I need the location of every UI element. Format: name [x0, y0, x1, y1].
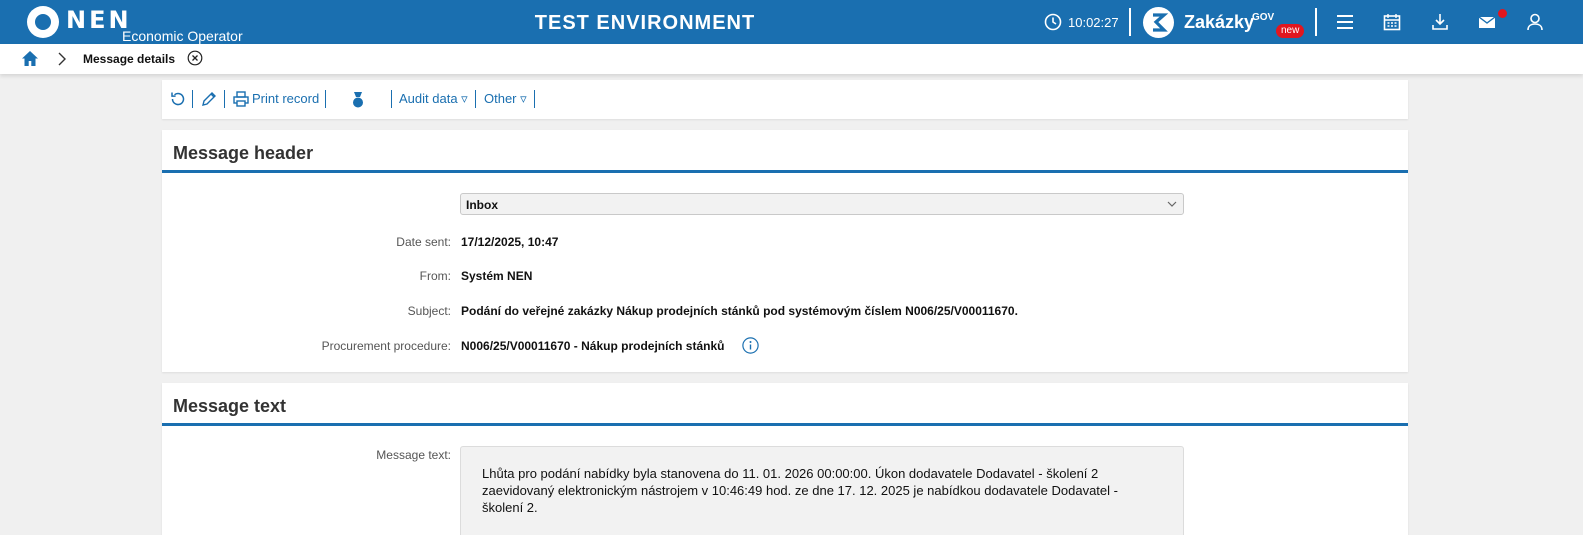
toolbar-separator	[475, 90, 476, 108]
home-icon[interactable]	[21, 50, 39, 67]
info-icon[interactable]	[742, 337, 759, 354]
chevron-down-icon	[1167, 201, 1177, 207]
mail-icon[interactable]	[1477, 12, 1497, 32]
separator	[1315, 8, 1317, 36]
audit-data-menu[interactable]: Audit data ▿	[399, 91, 468, 107]
menu-icon[interactable]	[1335, 12, 1355, 32]
message-text-label: Message text:	[376, 448, 451, 462]
toolbar: Print record Audit data ▿ Other ▿	[162, 80, 1408, 119]
chevron-right-icon	[58, 52, 66, 66]
user-icon[interactable]	[1525, 12, 1545, 32]
refresh-icon[interactable]	[169, 90, 187, 108]
procedure-label: Procurement procedure:	[321, 339, 451, 353]
date-sent-value: 17/12/2025, 10:47	[461, 235, 559, 249]
session-time: 10:02:27	[1068, 15, 1119, 30]
edit-icon[interactable]	[200, 90, 218, 108]
breadcrumb-current: Message details	[83, 52, 176, 66]
folder-select-value: Inbox	[466, 198, 498, 212]
message-text-content: Lhůta pro podání nabídky byla stanovena …	[482, 466, 1118, 515]
toolbar-separator	[534, 90, 535, 108]
clock-icon	[1044, 13, 1062, 31]
toolbar-separator	[192, 90, 193, 108]
print-icon[interactable]	[232, 90, 250, 108]
message-text-box: Lhůta pro podání nabídky byla stanovena …	[460, 446, 1184, 535]
calendar-icon[interactable]	[1382, 12, 1402, 32]
close-tab-icon[interactable]	[187, 50, 203, 66]
panel-title: Message text	[173, 396, 287, 416]
download-icon[interactable]	[1430, 12, 1450, 32]
message-text-panel: Message text Message text: Lhůta pro pod…	[162, 383, 1408, 535]
message-header-panel: Message header Inbox Date sent: 17/12/20…	[162, 130, 1408, 372]
date-sent-label: Date sent:	[396, 235, 451, 249]
separator	[1129, 8, 1131, 36]
zakazky-gov: GOV	[1252, 12, 1275, 23]
zakazky-logo-icon[interactable]	[1143, 7, 1174, 38]
from-value: Systém NEN	[461, 269, 533, 283]
panel-title: Message header	[173, 143, 314, 163]
divider	[162, 170, 1408, 173]
procedure-value[interactable]: N006/25/V00011670 - Nákup prodejních stá…	[461, 339, 724, 353]
toolbar-separator	[224, 90, 225, 108]
new-badge: new	[1276, 24, 1305, 38]
top-bar: NEN Economic Operator TEST ENVIRONMENT 1…	[0, 0, 1583, 44]
from-label: From:	[419, 269, 451, 283]
zakazky-link[interactable]: Zakázky	[1184, 12, 1254, 33]
divider	[162, 423, 1408, 426]
breadcrumb: Message details	[0, 44, 1583, 74]
subject-value: Podání do veřejné zakázky Nákup prodejní…	[461, 304, 1018, 318]
subject-label: Subject:	[407, 304, 451, 318]
medal-icon[interactable]	[349, 91, 367, 109]
toolbar-separator	[391, 90, 392, 108]
toolbar-separator	[325, 90, 326, 108]
print-record-button[interactable]: Print record	[252, 91, 319, 106]
other-menu[interactable]: Other ▿	[484, 91, 527, 107]
folder-select[interactable]: Inbox	[460, 193, 1184, 215]
notification-dot	[1498, 9, 1507, 18]
